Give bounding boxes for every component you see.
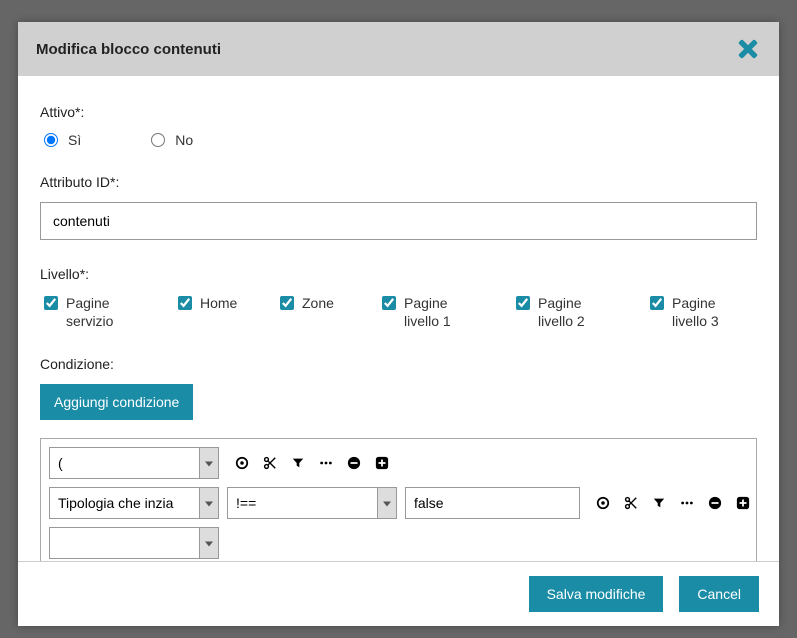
- level-checkbox[interactable]: [516, 296, 530, 310]
- level-option-pagine-livello-1[interactable]: Pagine livello 1: [382, 294, 484, 330]
- level-label: Livello*:: [40, 266, 757, 282]
- level-option-label: Pagine livello 2: [538, 294, 618, 330]
- condition-value-input[interactable]: [405, 487, 580, 519]
- plus-icon[interactable]: [375, 456, 389, 470]
- plus-icon[interactable]: [736, 496, 750, 510]
- active-yes-label: Sì: [68, 132, 81, 148]
- condition-row-expression: Tipologia che inzia !==: [49, 487, 748, 519]
- active-yes-option[interactable]: Sì: [44, 132, 81, 148]
- level-checkbox[interactable]: [280, 296, 294, 310]
- modal-header: Modifica blocco contenuti: [18, 22, 779, 76]
- condition-label: Condizione:: [40, 356, 757, 372]
- minus-icon[interactable]: [347, 456, 361, 470]
- level-checkbox[interactable]: [178, 296, 192, 310]
- level-checkbox[interactable]: [44, 296, 58, 310]
- minus-icon[interactable]: [708, 496, 722, 510]
- filter-icon[interactable]: [652, 496, 666, 510]
- condition-group-select[interactable]: (: [49, 447, 219, 479]
- scissors-icon[interactable]: [263, 456, 277, 470]
- active-label: Attivo*:: [40, 104, 757, 120]
- level-option-pagine-livello-3[interactable]: Pagine livello 3: [650, 294, 752, 330]
- active-yes-radio[interactable]: [44, 133, 58, 147]
- target-icon[interactable]: [235, 456, 249, 470]
- condition-operator-select[interactable]: !==: [227, 487, 397, 519]
- level-option-label: Home: [200, 294, 237, 312]
- condition-builder: ( Tipologia che inzia: [40, 438, 757, 561]
- modal-footer: Salva modifiche Cancel: [18, 561, 779, 626]
- condition-row-actions: [235, 456, 389, 470]
- condition-row-actions: [596, 496, 750, 510]
- level-option-home[interactable]: Home: [178, 294, 248, 330]
- level-option-pagine-livello-2[interactable]: Pagine livello 2: [516, 294, 618, 330]
- cancel-button[interactable]: Cancel: [679, 576, 759, 612]
- active-no-radio[interactable]: [151, 133, 165, 147]
- target-icon[interactable]: [596, 496, 610, 510]
- active-no-label: No: [175, 132, 193, 148]
- active-radio-group: Sì No: [40, 132, 757, 148]
- edit-content-block-modal: Modifica blocco contenuti Attivo*: Sì No…: [18, 22, 779, 626]
- close-button[interactable]: [735, 36, 761, 62]
- attribute-id-input[interactable]: [40, 202, 757, 240]
- attribute-id-label: Attributo ID*:: [40, 174, 757, 190]
- modal-body: Attivo*: Sì No Attributo ID*: Livello*: …: [18, 76, 779, 561]
- ellipsis-icon[interactable]: [680, 496, 694, 510]
- level-option-zone[interactable]: Zone: [280, 294, 350, 330]
- level-option-label: Pagine servizio: [66, 294, 146, 330]
- level-checkbox[interactable]: [382, 296, 396, 310]
- ellipsis-icon[interactable]: [319, 456, 333, 470]
- level-checkbox[interactable]: [650, 296, 664, 310]
- save-button[interactable]: Salva modifiche: [529, 576, 664, 612]
- level-option-label: Zone: [302, 294, 334, 312]
- active-no-option[interactable]: No: [151, 132, 193, 148]
- level-option-label: Pagine livello 1: [404, 294, 484, 330]
- condition-row-group: (: [49, 447, 748, 479]
- scissors-icon[interactable]: [624, 496, 638, 510]
- condition-attribute-select[interactable]: Tipologia che inzia: [49, 487, 219, 519]
- close-icon: [735, 36, 761, 62]
- condition-row-partial: [49, 527, 748, 559]
- modal-title: Modifica blocco contenuti: [36, 41, 221, 58]
- filter-icon[interactable]: [291, 456, 305, 470]
- level-checkbox-group: Pagine servizio Home Zone Pagine livello…: [40, 294, 757, 330]
- level-option-pagine-servizio[interactable]: Pagine servizio: [44, 294, 146, 330]
- condition-attribute-select[interactable]: [49, 527, 219, 559]
- level-option-label: Pagine livello 3: [672, 294, 752, 330]
- add-condition-button[interactable]: Aggiungi condizione: [40, 384, 193, 420]
